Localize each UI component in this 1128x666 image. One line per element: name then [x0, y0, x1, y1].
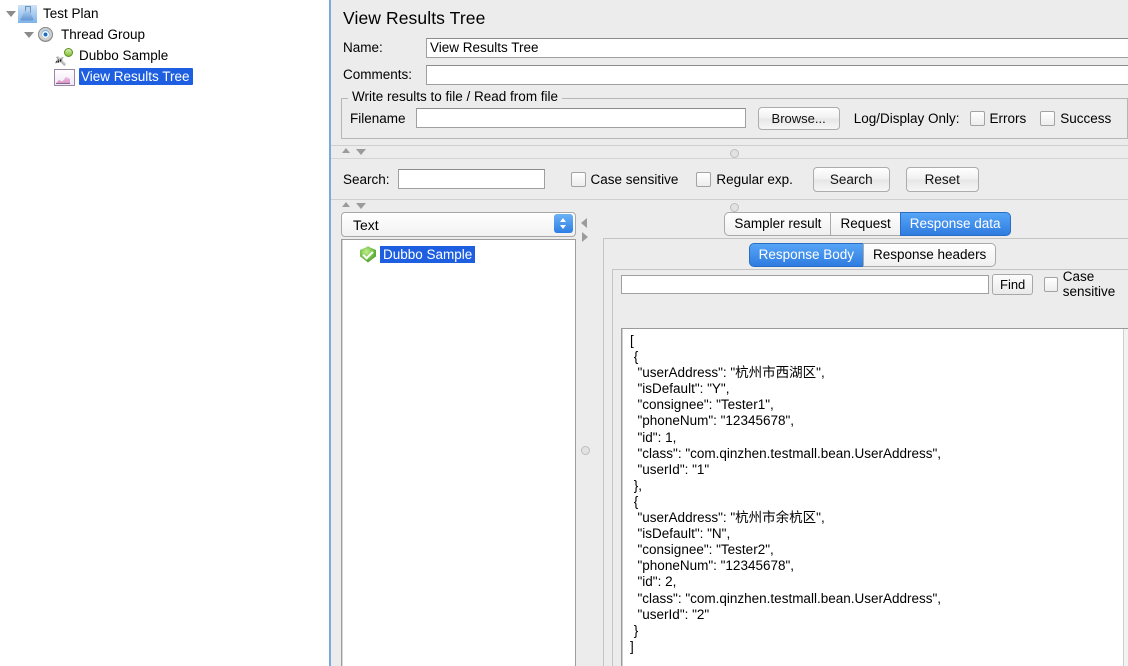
name-label: Name: [343, 40, 383, 55]
renderer-select[interactable]: Text [341, 212, 576, 237]
mid-splitter[interactable] [331, 199, 1128, 212]
response-body-text: [ { "userAddress": "杭州市西湖区", "isDefault"… [630, 333, 942, 654]
search-case-sensitive-checkbox[interactable] [570, 171, 586, 187]
search-regular-exp-label: Regular exp. [716, 171, 793, 187]
errors-label: Errors [989, 110, 1027, 126]
results-list[interactable]: Dubbo Sample [341, 239, 576, 666]
success-label: Success [1060, 110, 1112, 126]
sample-detail-pane: Sampler result Request Response data Res… [593, 212, 1128, 666]
no-twisty-spacer [40, 70, 54, 84]
search-input[interactable] [397, 169, 545, 189]
comments-row: Comments: [331, 62, 1128, 87]
splitter-handle[interactable] [581, 446, 590, 455]
splitter-down-icon[interactable] [356, 203, 366, 209]
tab-request[interactable]: Request [830, 212, 901, 236]
reset-button[interactable]: Reset [905, 166, 979, 192]
expand-twisty-icon[interactable] [22, 28, 36, 42]
test-plan-tree-panel[interactable]: Test Plan Thread Group Dubbo Sample View… [0, 0, 329, 666]
page-title: View Results Tree [343, 8, 486, 28]
response-subtabs: Response Body Response headers [604, 243, 1128, 267]
response-data-panel: Response Body Response headers Find Case… [603, 238, 1128, 666]
tree-item-label: Thread Group [61, 27, 146, 42]
search-label: Search: [343, 171, 390, 187]
jmeter-window: Test Plan Thread Group Dubbo Sample View… [0, 0, 1128, 666]
tree-item-label: View Results Tree [79, 68, 193, 85]
detail-tabs: Sampler result Request Response data [593, 212, 1128, 236]
splitter-down-icon[interactable] [356, 149, 366, 155]
success-shield-icon [360, 247, 376, 263]
tab-sampler-result[interactable]: Sampler result [724, 212, 832, 236]
comments-input[interactable] [426, 64, 1128, 85]
chevron-updown-icon[interactable] [554, 214, 573, 233]
top-splitter[interactable] [331, 145, 1128, 158]
no-twisty-spacer [40, 49, 54, 63]
find-case-sensitive-label: Case sensitive [1062, 269, 1116, 299]
tab-response-body[interactable]: Response Body [748, 243, 864, 267]
results-area: Text Dubbo Sample Sampler result Request… [331, 212, 1128, 666]
expand-twisty-icon[interactable] [4, 7, 18, 21]
filename-input[interactable] [415, 108, 746, 128]
write-results-group: Write results to file / Read from file F… [341, 89, 1128, 139]
response-body-container: Find Case sensitive [ { "userAddress": "… [612, 269, 1128, 666]
view-results-tree-panel: View Results Tree Name: Comments: Write … [331, 0, 1128, 666]
tree-item-label: Dubbo Sample [79, 48, 169, 63]
search-regular-exp-checkbox[interactable] [696, 171, 712, 187]
comments-label: Comments: [343, 67, 413, 82]
tab-response-data[interactable]: Response data [899, 212, 1011, 236]
response-body-scrollbar[interactable] [1123, 329, 1128, 666]
search-bar: Search: Case sensitive Regular exp. Sear… [331, 158, 1128, 199]
errors-checkbox[interactable] [969, 110, 985, 126]
search-button[interactable]: Search [812, 166, 890, 192]
response-body-text-area[interactable]: [ { "userAddress": "杭州市西湖区", "isDefault"… [621, 328, 1128, 666]
splitter-handle[interactable] [729, 149, 739, 158]
collapse-left-icon[interactable] [581, 218, 587, 228]
list-item-label: Dubbo Sample [380, 246, 476, 263]
results-tree-pane: Text Dubbo Sample [341, 212, 576, 666]
collapse-right-icon[interactable] [582, 232, 588, 242]
write-results-legend: Write results to file / Read from file [348, 89, 563, 104]
results-vertical-splitter[interactable] [580, 212, 590, 666]
sidebar-item-view-results-tree[interactable]: View Results Tree [0, 66, 329, 87]
log-display-only-label: Log/Display Only: [853, 110, 960, 126]
name-row: Name: [331, 35, 1128, 60]
search-case-sensitive-label: Case sensitive [590, 171, 679, 187]
splitter-handle[interactable] [729, 203, 739, 212]
sidebar-item-test-plan[interactable]: Test Plan [0, 3, 329, 24]
pipette-icon [54, 47, 73, 65]
browse-button[interactable]: Browse... [757, 106, 840, 130]
gear-icon [36, 26, 55, 44]
name-input[interactable] [426, 37, 1128, 58]
filename-label: Filename [350, 110, 406, 126]
success-checkbox[interactable] [1040, 110, 1056, 126]
sidebar-item-thread-group[interactable]: Thread Group [0, 24, 329, 45]
find-bar: Find Case sensitive [613, 269, 1128, 299]
splitter-up-icon[interactable] [342, 148, 350, 153]
renderer-select-value: Text [353, 216, 379, 233]
find-case-sensitive-checkbox[interactable] [1044, 276, 1058, 292]
chart-icon [54, 68, 75, 86]
tab-response-headers[interactable]: Response headers [862, 243, 997, 267]
tree-item-label: Test Plan [43, 6, 99, 21]
find-button[interactable]: Find [992, 273, 1034, 295]
sidebar-item-dubbo-sample[interactable]: Dubbo Sample [0, 45, 329, 66]
find-input[interactable] [621, 274, 989, 294]
splitter-up-icon[interactable] [342, 202, 350, 207]
list-item[interactable]: Dubbo Sample [360, 246, 575, 263]
flask-icon [18, 4, 37, 23]
